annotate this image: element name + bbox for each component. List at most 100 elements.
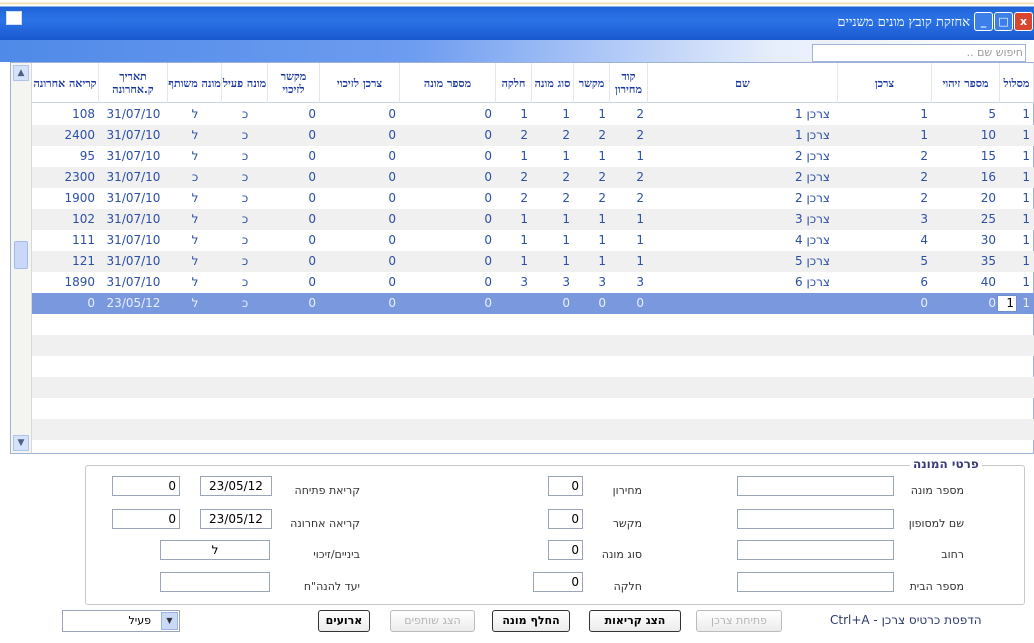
col-part[interactable]: חלקה <box>496 63 532 103</box>
cell-link[interactable]: 2 <box>574 188 610 209</box>
meter-type-field[interactable]: 0 <box>548 540 583 560</box>
cell-cc[interactable]: 0 <box>320 230 400 251</box>
cell-consumer[interactable]: 6 <box>838 272 932 293</box>
cell-meter[interactable]: 0 <box>400 293 496 314</box>
cell-cc[interactable]: 0 <box>320 293 400 314</box>
col-id-number[interactable]: מספר זיהוי <box>932 63 1000 103</box>
cell-route[interactable]: 1 <box>1000 251 1034 272</box>
col-route[interactable]: מסלול <box>1000 63 1034 103</box>
cell-name[interactable]: צרכן 1 <box>648 125 838 146</box>
cell-date[interactable]: 31/07/10 <box>99 251 168 272</box>
cell-lc[interactable]: 0 <box>268 167 320 188</box>
cell-type[interactable]: 1 <box>532 230 574 251</box>
col-link[interactable]: מקשר <box>574 63 610 103</box>
cell-meter[interactable]: 0 <box>400 125 496 146</box>
col-meter-type[interactable]: סוג מונה <box>532 63 574 103</box>
cell-meter[interactable]: 0 <box>400 188 496 209</box>
col-meter-number[interactable]: מספר מונה <box>400 63 496 103</box>
cell-type[interactable]: 1 <box>532 146 574 167</box>
cell-part[interactable]: 2 <box>496 167 532 188</box>
selected-table-row[interactable]: 0 23/05/12 ל כ 0 0 0 0 0 0 0 0 1 1 <box>32 293 1034 314</box>
cell-meter[interactable]: 0 <box>400 209 496 230</box>
cell-lc[interactable]: 0 <box>268 230 320 251</box>
cell-part[interactable]: 2 <box>496 125 532 146</box>
cell-link[interactable]: 2 <box>574 167 610 188</box>
cell-route[interactable]: 1 <box>1000 272 1034 293</box>
cell-reading[interactable]: 95 <box>32 146 99 167</box>
cell-code[interactable]: 1 <box>610 209 648 230</box>
table-row[interactable]: 1890 31/07/10 ל כ 0 0 0 3 3 3 3 צרכן 6 6 40 1 <box>32 272 1034 293</box>
cell-name[interactable]: צרכן 1 <box>648 104 838 125</box>
open-reading-date-field[interactable]: 23/05/12 <box>200 476 272 496</box>
cell-link[interactable]: 2 <box>574 125 610 146</box>
cell-active[interactable]: כ <box>222 188 268 209</box>
cell-active[interactable]: כ <box>222 272 268 293</box>
cell-link[interactable]: 1 <box>574 146 610 167</box>
cell-date[interactable]: 31/07/10 <box>99 167 168 188</box>
cell-cc[interactable]: 0 <box>320 146 400 167</box>
cell-consumer[interactable]: 5 <box>838 251 932 272</box>
table-row[interactable]: 2400 31/07/10 ל כ 0 0 0 2 2 2 2 צרכן 1 1 10 1 <box>32 125 1034 146</box>
cell-route[interactable]: 1 <box>1000 209 1034 230</box>
col-link-credit[interactable]: מקשר לזיכוי <box>268 63 320 103</box>
cell-reading[interactable]: 2300 <box>32 167 99 188</box>
route-edit-input[interactable]: 1 <box>997 295 1017 312</box>
cell-type[interactable]: 1 <box>532 104 574 125</box>
show-partners-button[interactable]: הצג שותפים <box>390 610 475 632</box>
cell-lc[interactable]: 0 <box>268 293 320 314</box>
cell-route[interactable]: 1 <box>1000 167 1034 188</box>
cell-link[interactable]: 1 <box>574 209 610 230</box>
link-field[interactable]: 0 <box>548 509 583 529</box>
cell-reading[interactable]: 1890 <box>32 272 99 293</box>
cell-shared[interactable]: ל <box>168 188 222 209</box>
cell-active[interactable]: כ <box>222 167 268 188</box>
cell-shared[interactable]: ל <box>168 251 222 272</box>
cell-name[interactable]: צרכן 6 <box>648 272 838 293</box>
col-active-meter[interactable]: מונה פעיל <box>222 63 268 103</box>
cell-active[interactable]: כ <box>222 125 268 146</box>
cell-active[interactable]: כ <box>222 146 268 167</box>
cell-cc[interactable]: 0 <box>320 104 400 125</box>
cell-type[interactable]: 0 <box>532 293 574 314</box>
cell-consumer[interactable]: 4 <box>838 230 932 251</box>
table-row[interactable]: 102 31/07/10 ל כ 0 0 0 1 1 1 1 צרכן 3 3 25 1 <box>32 209 1034 230</box>
cell-id[interactable]: 10 <box>932 125 1000 146</box>
cell-lc[interactable]: 0 <box>268 272 320 293</box>
cell-part[interactable]: 1 <box>496 251 532 272</box>
grid-scrollbar[interactable]: ▲ ▼ <box>11 63 32 453</box>
cell-meter[interactable]: 0 <box>400 146 496 167</box>
cell-route[interactable]: 1 <box>1000 230 1034 251</box>
cell-name[interactable]: צרכן 2 <box>648 188 838 209</box>
cell-name[interactable]: צרכן 3 <box>648 209 838 230</box>
terminal-name-field[interactable] <box>737 509 894 529</box>
table-row[interactable]: 95 31/07/10 ל כ 0 0 0 1 1 1 1 צרכן 2 2 15 1 <box>32 146 1034 167</box>
events-button[interactable]: ארועים <box>318 610 370 632</box>
cell-type[interactable]: 2 <box>532 188 574 209</box>
col-consumer-credit[interactable]: צרכן לזיכוי <box>320 63 400 103</box>
cell-reading[interactable]: 2400 <box>32 125 99 146</box>
cell-code[interactable]: 3 <box>610 272 648 293</box>
cell-id[interactable]: 0 <box>932 293 1000 314</box>
col-supply-code[interactable]: קוד מחירון <box>610 63 648 103</box>
cell-consumer[interactable]: 1 <box>838 125 932 146</box>
cell-shared[interactable]: כ <box>168 167 222 188</box>
cell-date[interactable]: 31/07/10 <box>99 104 168 125</box>
cell-meter[interactable]: 0 <box>400 272 496 293</box>
cell-date[interactable]: 23/05/12 <box>99 293 168 314</box>
cell-code[interactable]: 0 <box>610 293 648 314</box>
replace-meter-button[interactable]: החלף מונה <box>492 610 570 632</box>
col-name[interactable]: שם <box>648 63 838 103</box>
cell-route[interactable]: 1 <box>1000 125 1034 146</box>
cell-code[interactable]: 1 <box>610 251 648 272</box>
cell-code[interactable]: 1 <box>610 146 648 167</box>
cell-type[interactable]: 3 <box>532 272 574 293</box>
cell-reading[interactable]: 111 <box>32 230 99 251</box>
cell-shared[interactable]: ל <box>168 125 222 146</box>
cell-reading[interactable]: 108 <box>32 104 99 125</box>
cell-lc[interactable]: 0 <box>268 251 320 272</box>
cell-lc[interactable]: 0 <box>268 188 320 209</box>
cell-id[interactable]: 40 <box>932 272 1000 293</box>
cell-reading[interactable]: 1900 <box>32 188 99 209</box>
cell-name[interactable] <box>648 293 838 314</box>
table-row[interactable]: 121 31/07/10 ל כ 0 0 0 1 1 1 1 צרכן 5 5 35 1 <box>32 251 1034 272</box>
